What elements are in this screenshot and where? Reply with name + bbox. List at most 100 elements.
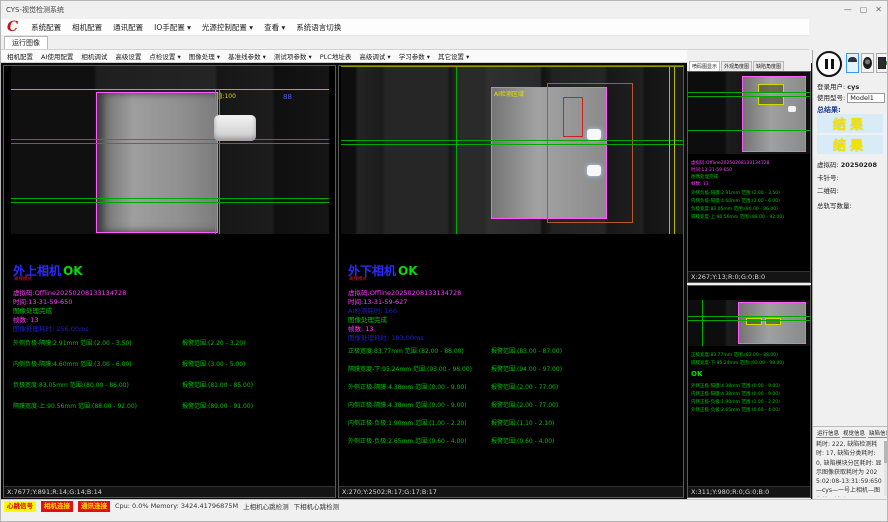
lower-camera-view: AI检测区域 外下相机OK 离线模式 虚拟码:Offline2025020813…	[338, 65, 684, 498]
tab-run-info[interactable]: 运行信息	[816, 429, 840, 438]
login-label: 登录用户:	[817, 83, 845, 91]
elapsed-line: 图像处理耗时: 183.00ms	[348, 332, 424, 342]
model-label: 使用型号:	[817, 94, 845, 102]
mini-text: 外侧负极-隔膜:2.91mm 范围:(2.00 - 3.50)	[691, 190, 780, 196]
cpu-memory-text: Cpu: 0.0% Memory: 3424.41796875M	[115, 502, 238, 510]
menu-item-view[interactable]: 查看 ▾	[264, 22, 285, 33]
tab-code-image[interactable]: 喷码图显示	[689, 61, 720, 71]
toolbar-ai-usage-config[interactable]: AI使用配置	[41, 51, 73, 61]
menu-item-light-control[interactable]: 光源控制配置 ▾	[202, 22, 253, 33]
login-row: 登录用户: cys	[817, 81, 886, 91]
menu-item-io-config[interactable]: IO手配置 ▾	[154, 22, 191, 33]
right-panel: 登录用户: cys 使用型号: Model1 总结果: 结果 结果 虚拟码: 2…	[812, 50, 888, 499]
measure-line	[11, 139, 329, 140]
elapsed-line: 图像处理耗时: 256.00ms	[13, 323, 89, 333]
ai-region-label: AI检测区域	[494, 89, 524, 98]
toolbar-learning-params[interactable]: 学习参数 ▾	[399, 51, 430, 61]
toolbar-other-settings[interactable]: 其它设置 ▾	[438, 51, 469, 61]
edge-line	[215, 90, 216, 234]
pin-label: 卡针号:	[817, 172, 886, 182]
measurement-value: 内侧负极-隔膜:4.60mm 范围:(3.00 - 6.00)	[13, 359, 132, 368]
toolbar-image-processing[interactable]: 图像处理 ▾	[189, 51, 220, 61]
model-field[interactable]: Model1	[847, 93, 885, 103]
upper-camera-image[interactable]: 当前阈值:93, 动态阈值:100 88	[11, 66, 329, 234]
mini-text: 时间:13-31-59-650	[691, 167, 732, 173]
reflection	[587, 129, 601, 140]
measure-line	[341, 144, 683, 145]
roi-red-box	[563, 97, 583, 137]
mini-text: 内侧正极-隔膜:4.38mm 范围:(0.00 - 9.00)	[691, 391, 780, 397]
mini-text: 内侧正极-负极:1.90mm 范围:(1.00 - 2.20)	[691, 399, 780, 405]
tab-defect-angle[interactable]: 缺陷角度图	[753, 61, 784, 71]
barcode-label: 虚拟码:	[817, 161, 839, 169]
measurement-alarm: 报警范围:(3.00 - 5.00)	[182, 359, 245, 368]
minimize-button[interactable]: —	[844, 6, 852, 14]
tab-appearance-angle[interactable]: 外观角度图	[721, 61, 752, 71]
camera-tool-button[interactable]	[861, 53, 874, 73]
maximize-button[interactable]: ▢	[860, 6, 868, 14]
measure-line	[341, 140, 683, 141]
barcode-row: 虚拟码: 20250208	[817, 159, 886, 169]
user-login-button[interactable]	[846, 53, 859, 73]
toolbar-camera-config[interactable]: 相机配置	[7, 51, 33, 61]
measurement-alarm: 报警范围:(81.00 - 85.00)	[182, 380, 253, 389]
edge-line	[219, 90, 220, 234]
measurement-value: 隔膜宽度-下:95.24mm 范围:(93.00 - 98.00)	[348, 364, 472, 373]
write-count-label: 总轨写数量:	[817, 200, 886, 210]
toolbar-advanced-settings[interactable]: 高级设置	[115, 51, 141, 61]
toolbar-plc-address[interactable]: PLC地址表	[320, 51, 352, 61]
roi-yellow-box	[758, 96, 784, 105]
mini-view-column: 喷码图显示 外观角度图 缺陷角度图 虚拟码:Offline20250208133…	[687, 59, 811, 499]
camera-mode-label: 离线模式	[349, 276, 367, 282]
mini-text: 图像处理完成	[691, 174, 718, 180]
mini2-image[interactable]	[688, 300, 810, 346]
upper-camera-view: 当前阈值:93, 动态阈值:100 88 外上相机OK 离线模式 虚拟码:Off…	[3, 65, 336, 498]
measure-line	[688, 320, 810, 321]
measurement-alarm: 报警范围:(2.00 - 77.00)	[491, 382, 558, 391]
menu-item-system-config[interactable]: 系统配置	[31, 22, 61, 33]
main-content: 相机配置 AI使用配置 相机调试 高级设置 点检设置 ▾ 图像处理 ▾ 基准线参…	[1, 50, 812, 499]
mini1-image[interactable]	[688, 72, 810, 154]
pause-button[interactable]	[816, 51, 842, 77]
measurement-value: 外侧负极-隔膜:2.91mm 范围:(2.00 - 3.50)	[13, 338, 132, 347]
camera-result: OK	[63, 264, 83, 278]
lower-camera-image[interactable]: AI检测区域	[341, 66, 683, 234]
info-scrollbar[interactable]	[884, 441, 888, 496]
measurement-alarm: 报警范围:(94.00 - 97.00)	[491, 364, 562, 373]
menu-item-camera-config[interactable]: 相机配置	[72, 22, 102, 33]
threshold-line	[11, 89, 329, 90]
mini-text: 虚拟码:Offline20250208133134728	[691, 160, 769, 166]
info-panel: 运行信息 视觉信息 缺陷信息 耗时: 222, 缺陷检测耗时: 17, 缺陷分类…	[813, 426, 888, 499]
measure-line	[688, 316, 810, 317]
lower-camera-heartbeat: 下相机心跳检测	[294, 501, 340, 511]
menu-item-comm-config[interactable]: 通讯配置	[113, 22, 143, 33]
mini-view-2: 正极宽度:83.77mm 范围:(82.00 - 88.00) 隔膜宽度-下:9…	[687, 285, 811, 498]
measure-line-vertical	[456, 67, 457, 234]
tab-vision-info[interactable]: 视觉信息	[842, 429, 866, 438]
menu-item-language-switch[interactable]: 系统语言切换	[296, 22, 341, 33]
toolbar-advanced-debug[interactable]: 高级调试 ▾	[359, 51, 390, 61]
toolbar-spot-check[interactable]: 点检设置 ▾	[149, 51, 180, 61]
toolbar-test-params[interactable]: 测试项参数 ▾	[274, 51, 312, 61]
person-icon	[850, 57, 855, 62]
measure-line	[11, 202, 329, 203]
measure-line-vertical	[702, 300, 703, 346]
exit-button[interactable]	[876, 53, 888, 73]
tab-defect-info[interactable]: 缺陷信息	[868, 429, 888, 438]
pixel-coords-bar: X:311;Y:980;R:0;G:0;B:0	[688, 486, 810, 497]
run-info-text: 耗时: 222, 缺陷检测耗时: 17, 缺陷分类耗时: 0, 缺陷模块分区耗时…	[816, 440, 882, 497]
measurement-value: 内侧正极-负极:1.90mm 范围:(1.00 - 2.20)	[348, 418, 467, 427]
reflection	[788, 106, 796, 112]
camera-conn-badge: 相机连接	[41, 501, 73, 512]
toolbar-camera-debug[interactable]: 相机调试	[81, 51, 107, 61]
measurement-value: 隔膜宽度-上:90.56mm 范围:(88.00 - 92.00)	[13, 401, 137, 410]
tab-run-image[interactable]: 运行图像	[4, 36, 48, 49]
close-button[interactable]: ✕	[875, 6, 882, 14]
pixel-coords-bar: X:267;Y:13;R:0;G:0;B:0	[688, 271, 810, 282]
app-logo-icon: C	[7, 20, 18, 34]
barcode-value: 20250208	[841, 161, 877, 169]
toolbar-baseline-params[interactable]: 基准线参数 ▾	[228, 51, 266, 61]
measurement-value: 负极宽度:83.05mm 范围:(80.00 - 86.00)	[13, 380, 129, 389]
mini-text: 内侧负极-隔膜:4.60mm 范围:(3.00 - 6.00)	[691, 198, 780, 204]
app-window: CYS-视觉检测系统 — ▢ ✕ C 系统配置 相机配置 通讯配置 IO手配置 …	[0, 0, 888, 522]
